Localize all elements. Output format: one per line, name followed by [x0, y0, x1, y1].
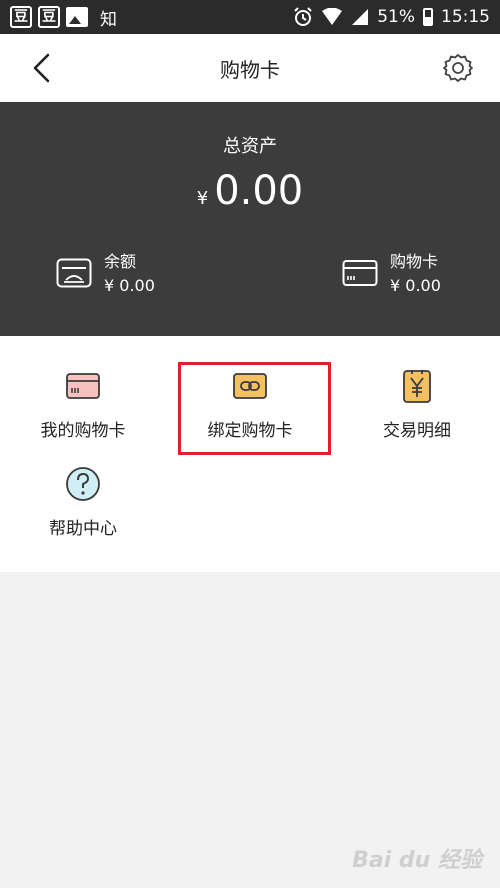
- gallery-icon: [66, 7, 88, 27]
- my-cards-label: 我的购物卡: [40, 421, 126, 441]
- settings-gear-icon[interactable]: [442, 52, 474, 84]
- shopping-card-label: 购物卡: [390, 252, 439, 271]
- card-icon: [342, 260, 378, 286]
- help-center-label: 帮助中心: [49, 519, 117, 539]
- alarm-icon: [294, 7, 312, 26]
- back-arrow-icon[interactable]: [28, 52, 56, 84]
- currency-symbol: ¥: [196, 188, 209, 209]
- page-header: 购物卡: [0, 34, 500, 102]
- asset-summary-panel: 总资产 ¥ 0.00 余额 ¥ 0.00 购物卡 ¥ 0.00: [0, 102, 500, 336]
- baidu-watermark: Bai du 经验: [352, 848, 482, 873]
- total-assets-amount: ¥ 0.00: [0, 168, 500, 214]
- help-center-button[interactable]: 帮助中心: [0, 466, 166, 539]
- balance-section[interactable]: 余额 ¥ 0.00: [56, 248, 155, 295]
- pink-card-icon: [66, 373, 100, 399]
- douban-app-icon: 豆: [10, 6, 32, 28]
- wallet-card-icon: [56, 258, 92, 288]
- transactions-button[interactable]: 交易明细: [334, 368, 500, 441]
- douban-app-icon-2: 豆: [38, 6, 60, 28]
- transactions-label: 交易明细: [383, 421, 451, 441]
- shopping-card-value: ¥ 0.00: [390, 276, 441, 295]
- question-mark-icon: [66, 467, 100, 501]
- page-title: 购物卡: [220, 57, 280, 82]
- status-bar: 豆 豆 知 51% 15:15: [0, 0, 500, 34]
- clock-time: 15:15: [441, 7, 490, 27]
- yen-receipt-icon: [403, 370, 431, 403]
- total-assets-value: 0.00: [214, 168, 304, 214]
- signal-icon: [352, 9, 369, 25]
- total-assets-label: 总资产: [223, 136, 277, 157]
- shopping-card-text: 购物卡 ¥ 0.00: [390, 248, 441, 295]
- balance-value: ¥ 0.00: [104, 276, 155, 295]
- balance-label: 余额: [104, 252, 137, 271]
- zhihu-app-icon: 知: [100, 9, 117, 30]
- highlight-annotation-box: [178, 362, 331, 455]
- status-bar-right: 51% 15:15: [293, 7, 490, 27]
- my-cards-button[interactable]: 我的购物卡: [0, 368, 166, 441]
- battery-icon: [423, 8, 433, 26]
- status-bar-left: 豆 豆 知: [10, 5, 117, 30]
- battery-percent: 51%: [377, 7, 415, 27]
- balance-text: 余额 ¥ 0.00: [104, 248, 155, 295]
- shopping-card-section[interactable]: 购物卡 ¥ 0.00: [342, 248, 441, 295]
- wifi-icon: [322, 8, 343, 25]
